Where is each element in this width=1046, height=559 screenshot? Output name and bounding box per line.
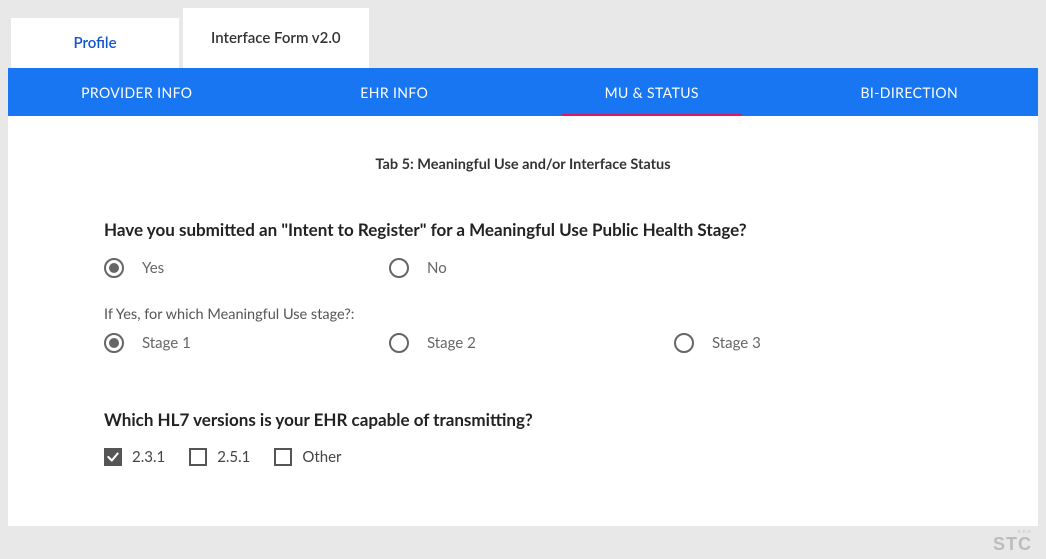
question-mu-stage: If Yes, for which Meaningful Use stage?: [104,306,942,323]
checkbox-hl7-other-label: Other [302,448,341,466]
checkbox-hl7-251[interactable]: 2.5.1 [189,448,250,466]
radio-stage-3[interactable]: Stage 3 [674,333,959,353]
stc-logo-text: STC [993,534,1032,554]
tab-heading: Tab 5: Meaningful Use and/or Interface S… [104,156,942,173]
top-tabs: Profile Interface Form v2.0 [8,0,1038,68]
radio-group-stage: Stage 1 Stage 2 Stage 3 [104,333,942,353]
radio-icon [104,258,124,278]
nav-mu-status[interactable]: MU & STATUS [523,68,781,116]
radio-intent-no[interactable]: No [389,258,689,278]
radio-stage-3-label: Stage 3 [712,334,761,352]
radio-group-intent: Yes No [104,258,942,278]
checkbox-hl7-251-label: 2.5.1 [217,448,250,466]
checkbox-hl7-231-label: 2.3.1 [132,448,165,466]
radio-stage-1[interactable]: Stage 1 [104,333,389,353]
nav-ehr-info[interactable]: EHR INFO [266,68,524,116]
radio-stage-2[interactable]: Stage 2 [389,333,674,353]
tab-interface-form[interactable]: Interface Form v2.0 [183,8,369,68]
nav-bi-direction[interactable]: BI-DIRECTION [781,68,1039,116]
tab-interface-form-label: Interface Form v2.0 [211,29,341,47]
checkbox-hl7-other[interactable]: Other [274,448,341,466]
tab-profile[interactable]: Profile [11,18,179,68]
tab-profile-label: Profile [73,34,116,52]
radio-intent-no-label: No [427,259,447,277]
nav-ehr-info-label: EHR INFO [360,84,428,101]
radio-stage-1-label: Stage 1 [142,334,191,352]
check-icon [106,450,120,464]
radio-icon [389,258,409,278]
radio-intent-yes[interactable]: Yes [104,258,389,278]
nav-mu-status-label: MU & STATUS [605,84,699,101]
radio-icon [104,333,124,353]
form-content: Tab 5: Meaningful Use and/or Interface S… [8,116,1038,526]
nav-provider-info-label: PROVIDER INFO [81,84,192,101]
checkbox-icon [104,448,122,466]
checkbox-icon [189,448,207,466]
checkbox-hl7-231[interactable]: 2.3.1 [104,448,165,466]
stc-logo: ◦◦◦ STC [993,527,1032,553]
question-intent-to-register: Have you submitted an "Intent to Registe… [104,219,942,240]
radio-intent-yes-label: Yes [142,259,164,277]
radio-stage-2-label: Stage 2 [427,334,476,352]
radio-icon [674,333,694,353]
checkbox-group-hl7: 2.3.1 2.5.1 Other [104,448,942,466]
checkbox-icon [274,448,292,466]
question-hl7-versions: Which HL7 versions is your EHR capable o… [104,409,942,430]
nav-provider-info[interactable]: PROVIDER INFO [8,68,266,116]
nav-bar: PROVIDER INFO EHR INFO MU & STATUS BI-DI… [8,68,1038,116]
radio-icon [389,333,409,353]
nav-bi-direction-label: BI-DIRECTION [860,84,958,101]
